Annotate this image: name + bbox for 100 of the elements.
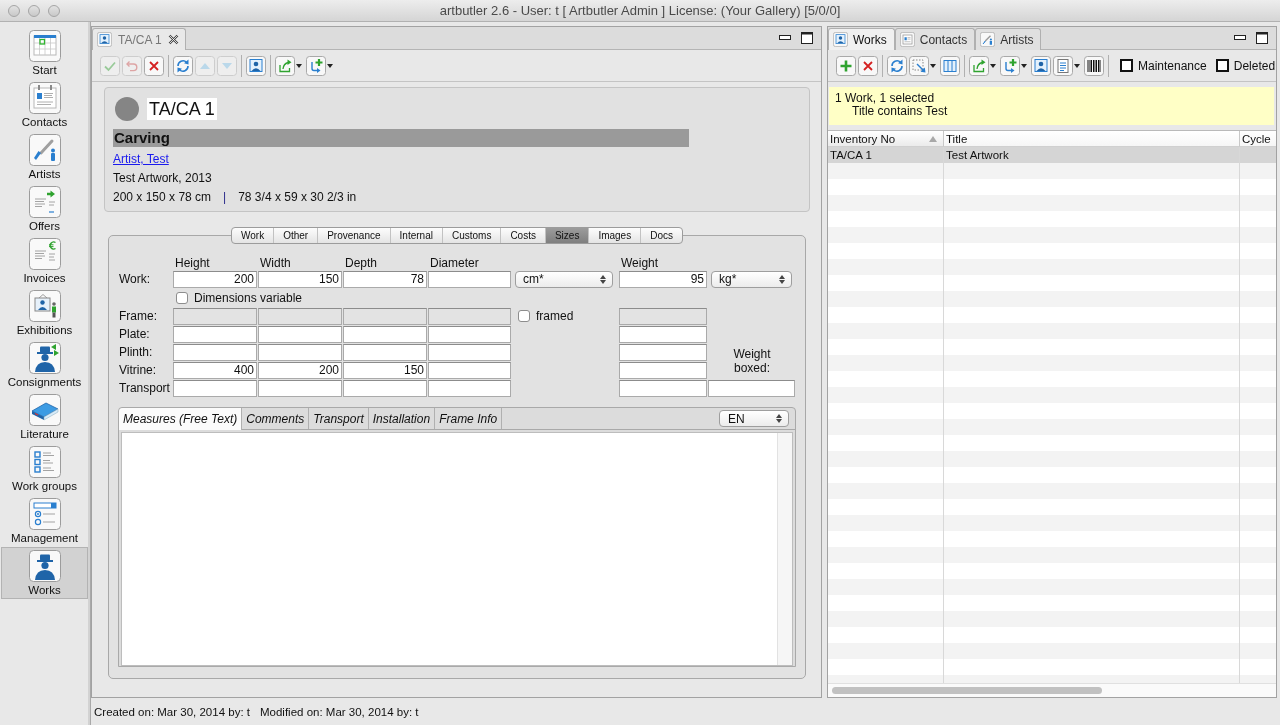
view-tab[interactable]: Artists [975, 28, 1042, 50]
section-tab[interactable]: Internal [390, 228, 443, 243]
book-icon[interactable] [28, 394, 61, 426]
sidebar-item[interactable]: Contacts [1, 79, 88, 131]
updown-arrows-icon[interactable] [600, 274, 606, 284]
vertical-scrollbar[interactable] [777, 433, 792, 665]
calendar-icon[interactable] [28, 30, 61, 62]
sidebar-item[interactable]: Offers [1, 183, 88, 235]
notepad-icon[interactable] [899, 32, 915, 47]
dimension-field[interactable]: 200 [258, 361, 342, 379]
maximize-icon[interactable] [1256, 32, 1268, 44]
section-tab[interactable]: Sizes [545, 228, 590, 243]
dimension-field[interactable] [428, 270, 511, 288]
dimension-field[interactable]: 78 [343, 270, 427, 288]
list-button[interactable] [1053, 55, 1082, 76]
window-zoom-button[interactable] [48, 4, 60, 17]
caret-icon[interactable] [1074, 63, 1080, 68]
add-button[interactable] [1000, 55, 1029, 76]
select-button[interactable] [909, 55, 938, 76]
section-tab[interactable]: Images [589, 228, 642, 243]
caret-icon[interactable] [930, 63, 936, 68]
sidebar-item[interactable]: Invoices [1, 235, 88, 287]
maximize-icon[interactable] [801, 32, 813, 44]
section-tab[interactable]: Costs [501, 228, 546, 243]
person-card-icon[interactable] [1031, 55, 1051, 76]
window-minimize-button[interactable] [28, 4, 40, 17]
language-select[interactable]: EN [719, 410, 789, 427]
sidebar-item[interactable]: Management [1, 495, 88, 547]
weight-field[interactable]: 95 [619, 270, 707, 288]
barcode-icon[interactable] [1084, 55, 1104, 76]
caret-icon[interactable] [990, 63, 996, 68]
checkbox[interactable] [1120, 59, 1133, 72]
minimize-icon[interactable] [779, 35, 791, 41]
window-close-button[interactable] [8, 4, 20, 17]
dimension-field[interactable] [173, 325, 257, 343]
sidebar-item[interactable]: Literature [1, 391, 88, 443]
list-icon[interactable] [1053, 55, 1073, 76]
refresh-icon[interactable] [173, 55, 193, 76]
framed-picture-icon[interactable] [28, 290, 61, 322]
dimension-field[interactable]: 150 [258, 270, 342, 288]
weight-field[interactable] [619, 343, 707, 361]
add-link-icon[interactable] [306, 55, 326, 76]
dimension-field[interactable] [428, 343, 511, 361]
notes-tab[interactable]: Measures (Free Text) [119, 408, 243, 430]
brush-person-icon[interactable] [980, 32, 996, 47]
section-tab[interactable]: Customs [442, 228, 502, 243]
minimize-icon[interactable] [1234, 35, 1246, 41]
updown-arrows-icon[interactable] [776, 414, 782, 423]
dimension-field[interactable] [173, 343, 257, 361]
caret-icon[interactable] [296, 63, 302, 68]
close-icon[interactable] [167, 34, 179, 45]
weight-unit-select[interactable]: kg* [711, 270, 792, 288]
checklist-icon[interactable] [28, 446, 61, 478]
section-tab[interactable]: Work [232, 228, 275, 243]
view-tab[interactable]: Works [828, 28, 895, 50]
dimension-field[interactable] [343, 343, 427, 361]
weight-field[interactable] [619, 307, 707, 325]
dimension-field[interactable]: 200 [173, 270, 257, 288]
weight-field[interactable] [619, 361, 707, 379]
dimension-field[interactable] [343, 379, 427, 397]
scrollbar-thumb[interactable] [832, 687, 1102, 694]
column-header[interactable]: Inventory No [828, 131, 944, 147]
brush-person-icon[interactable] [28, 134, 61, 166]
unit-select[interactable]: cm* [515, 270, 613, 288]
plus-icon[interactable] [836, 55, 856, 76]
dimension-field[interactable]: 150 [343, 361, 427, 379]
view-tab[interactable]: Contacts [894, 28, 976, 50]
sidebar-item[interactable]: Artists [1, 131, 88, 183]
section-tab[interactable]: Docs [641, 228, 682, 243]
dimension-field[interactable] [428, 361, 511, 379]
column-header[interactable]: Title [944, 131, 1240, 147]
editor-tab[interactable]: TA/CA 1 [92, 28, 186, 50]
section-tab[interactable]: Other [274, 228, 319, 243]
dimension-field[interactable] [258, 379, 342, 397]
artist-link[interactable]: Artist, Test [113, 151, 169, 167]
dimension-field[interactable] [173, 379, 257, 397]
add-link-icon[interactable] [1000, 55, 1020, 76]
person-icon[interactable] [28, 550, 61, 582]
form-icon[interactable] [28, 498, 61, 530]
dimension-field[interactable] [258, 325, 342, 343]
invoice-icon[interactable] [28, 238, 61, 270]
add-button[interactable] [306, 55, 335, 76]
updown-arrows-icon[interactable] [779, 274, 785, 284]
weight-field[interactable] [619, 325, 707, 343]
caret-icon[interactable] [1021, 63, 1027, 68]
section-tab[interactable]: Provenance [318, 228, 391, 243]
sidebar-item[interactable]: Start [1, 27, 88, 79]
dimension-field[interactable] [258, 343, 342, 361]
notepad-icon[interactable] [28, 82, 61, 114]
checkbox[interactable] [1215, 59, 1229, 72]
dimension-field[interactable] [428, 325, 511, 343]
weight-boxed-field[interactable] [708, 379, 795, 397]
sidebar-item[interactable]: Work groups [1, 443, 88, 495]
person-card-icon[interactable] [246, 55, 266, 76]
sidebar-item[interactable]: Exhibitions [1, 287, 88, 339]
x-icon[interactable] [144, 55, 164, 76]
columns-icon[interactable] [940, 55, 960, 76]
refresh-icon[interactable] [887, 55, 907, 76]
dimension-field[interactable] [343, 325, 427, 343]
x-icon[interactable] [858, 55, 878, 76]
